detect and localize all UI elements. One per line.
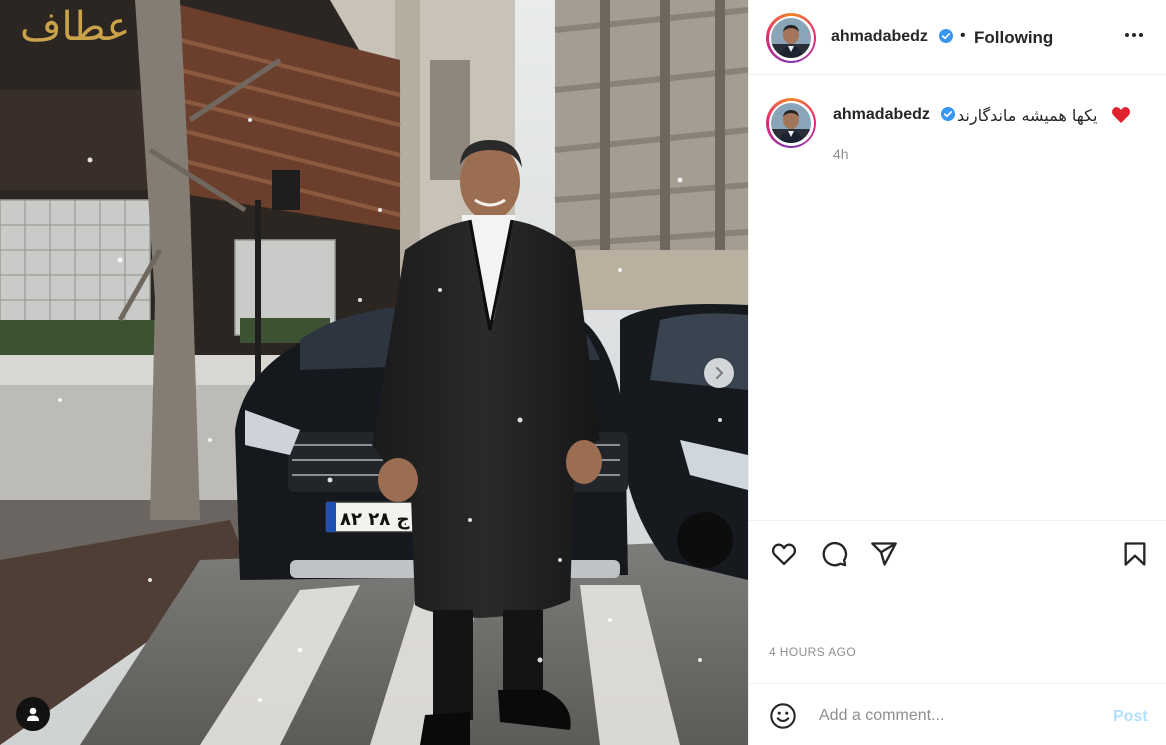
share-icon <box>871 542 897 566</box>
post-timestamp[interactable]: 4 HOURS AGO <box>769 645 856 659</box>
verified-icon <box>939 29 953 43</box>
more-options-button[interactable] <box>1121 22 1147 48</box>
verified-icon <box>941 107 955 121</box>
author-avatar[interactable] <box>766 13 816 63</box>
add-comment-bar: Post <box>749 683 1166 745</box>
caption-avatar[interactable] <box>766 98 816 148</box>
more-options-icon <box>1125 33 1143 37</box>
red-heart-emoji-icon <box>1111 107 1131 123</box>
caption-time: 4h <box>833 146 849 162</box>
following-button[interactable]: Following <box>974 28 1053 48</box>
emoji-button[interactable] <box>768 701 798 731</box>
save-button[interactable] <box>1120 539 1150 569</box>
chevron-right-icon <box>716 367 724 379</box>
share-button[interactable] <box>869 539 899 569</box>
bookmark-icon <box>1124 542 1146 566</box>
verified-badge <box>937 106 955 124</box>
post-photo[interactable]: عطاف ۸۲ ج ۲۸ <box>0 0 748 745</box>
caption-username[interactable]: ahmadabedz <box>833 106 930 124</box>
verified-badge <box>935 28 953 46</box>
avatar-image <box>771 103 811 143</box>
next-photo-button[interactable] <box>704 358 734 388</box>
user-tag-icon <box>27 707 39 721</box>
avatar-image <box>771 18 811 58</box>
action-bar <box>749 520 1166 584</box>
post-side-panel: ahmadabedz • Following ahmadabedz یکها ه… <box>748 0 1166 745</box>
license-plate: ۸۲ ج ۲۸ <box>340 509 410 530</box>
comment-icon <box>822 541 848 567</box>
post-comment-button[interactable]: Post <box>1113 708 1148 726</box>
comment-input[interactable] <box>819 702 1099 730</box>
heart-icon <box>771 543 797 566</box>
emoji-icon <box>770 703 796 729</box>
separator-dot: • <box>960 27 966 44</box>
comment-button[interactable] <box>819 539 849 569</box>
post-header: ahmadabedz • Following <box>749 0 1166 75</box>
author-username[interactable]: ahmadabedz <box>831 28 928 46</box>
user-tags-button[interactable] <box>16 697 50 731</box>
like-button[interactable] <box>769 539 799 569</box>
caption-text: یکها همیشه ماندگارند <box>957 106 1098 125</box>
storefront-sign: عطاف <box>20 4 130 50</box>
photo-scene: عطاف ۸۲ ج ۲۸ <box>0 0 748 745</box>
